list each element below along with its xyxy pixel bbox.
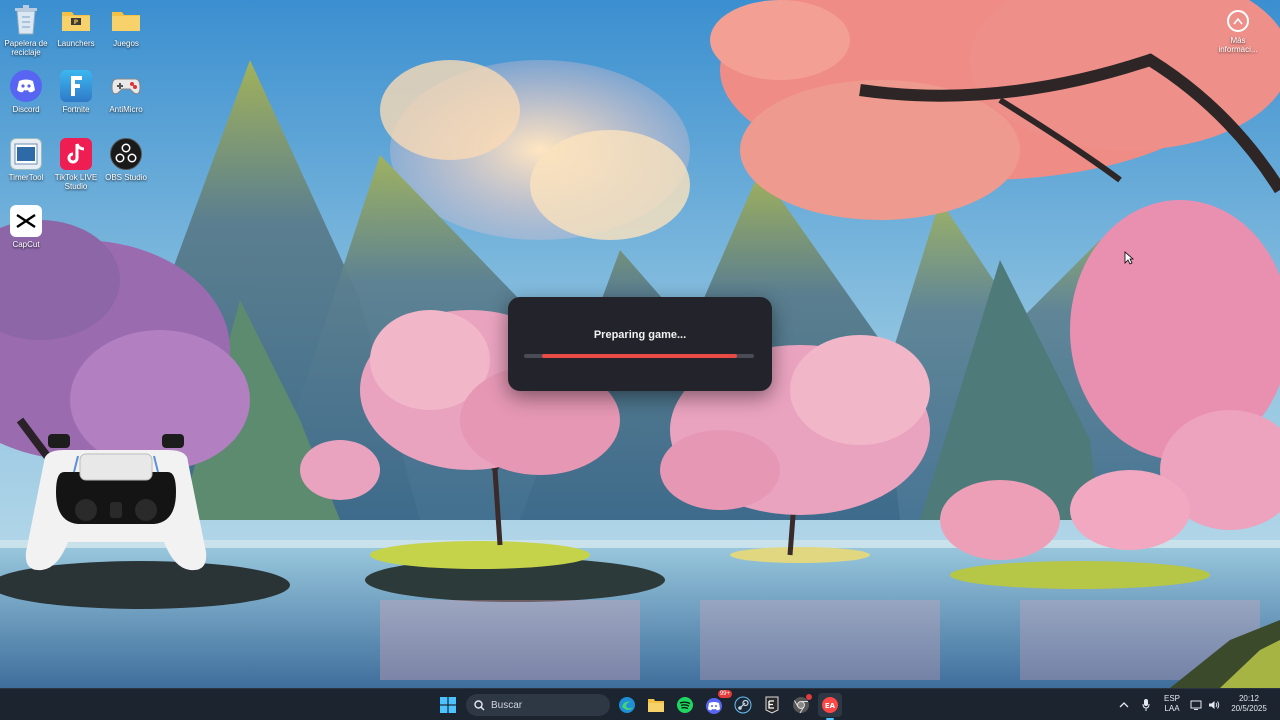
taskbar-chrome[interactable] xyxy=(789,693,813,717)
desktop-icon-label: OBS Studio xyxy=(105,173,147,182)
desktop-icon-antimicro[interactable]: AntiMicro xyxy=(100,70,152,114)
taskbar-search[interactable]: Buscar xyxy=(466,694,610,716)
search-placeholder: Buscar xyxy=(491,699,523,711)
dialog-title: Preparing game... xyxy=(593,329,687,341)
learn-more-button[interactable]: Más informaci... xyxy=(1210,10,1266,54)
taskbar-epic-games[interactable] xyxy=(760,693,784,717)
learn-more-label: Más informaci... xyxy=(1218,36,1258,54)
file-explorer-icon xyxy=(648,699,664,712)
fortnite-icon xyxy=(60,70,92,102)
taskbar: Buscar 99+ EA ESP LAA 20:12 20/5/2025 xyxy=(0,688,1280,720)
search-icon xyxy=(474,699,485,710)
steam-icon xyxy=(734,696,752,714)
ea-app-icon: EA xyxy=(822,697,838,713)
input-language[interactable]: ESP LAA xyxy=(1160,694,1184,714)
gamepad-icon xyxy=(110,70,142,102)
obs-icon xyxy=(110,138,142,170)
discord-badge: 99+ xyxy=(717,690,732,698)
taskbar-spotify[interactable] xyxy=(673,693,697,717)
clock-date: 20/5/2025 xyxy=(1231,704,1267,713)
discord-icon xyxy=(10,70,42,102)
desktop-icon-label: Juegos xyxy=(113,39,139,48)
taskbar-edge[interactable] xyxy=(615,693,639,717)
epic-games-icon xyxy=(765,696,779,714)
desktop-icon-obs[interactable]: OBS Studio xyxy=(100,138,152,182)
desktop-icon-tiktok-live[interactable]: TikTok LIVE Studio xyxy=(50,138,102,191)
desktop-icon-label: AntiMicro xyxy=(109,105,143,114)
language-code: ESP xyxy=(1163,694,1180,703)
taskbar-steam[interactable] xyxy=(731,693,755,717)
microphone-icon xyxy=(1142,699,1150,711)
folder-icon: P xyxy=(60,4,92,36)
keyboard-layout: LAA xyxy=(1164,704,1180,713)
clock[interactable]: 20:12 20/5/2025 xyxy=(1226,694,1272,714)
svg-text:EA: EA xyxy=(825,702,836,710)
preparing-game-dialog: Preparing game... xyxy=(508,297,772,391)
progress-fill xyxy=(542,354,738,358)
desktop-icon-launchers[interactable]: P Launchers xyxy=(50,4,102,48)
volume-button[interactable] xyxy=(1204,693,1224,717)
folder-icon xyxy=(110,4,142,36)
discord-icon xyxy=(706,698,722,714)
network-button[interactable] xyxy=(1186,693,1206,717)
taskbar-ea-app[interactable]: EA xyxy=(818,693,842,720)
start-icon xyxy=(440,697,456,713)
mouse-pointer xyxy=(1124,251,1135,270)
clock-time: 20:12 xyxy=(1238,694,1260,703)
spotify-icon xyxy=(677,697,693,713)
edge-icon xyxy=(619,697,635,713)
desktop-icon-discord[interactable]: Discord xyxy=(0,70,52,114)
start-button[interactable] xyxy=(436,693,460,717)
camera-info-icon xyxy=(1227,10,1249,32)
desktop-icon-timertool[interactable]: TimerTool xyxy=(0,138,52,182)
controller-overlay xyxy=(24,432,208,572)
notification-dot xyxy=(806,694,812,700)
tiktok-icon xyxy=(60,138,92,170)
microphone-button[interactable] xyxy=(1136,693,1156,717)
desktop-icon-juegos[interactable]: Juegos xyxy=(100,4,152,48)
timer-icon xyxy=(10,138,42,170)
taskbar-discord[interactable]: 99+ xyxy=(702,690,732,717)
desktop-icon-capcut[interactable]: CapCut xyxy=(0,205,52,249)
taskbar-file-explorer[interactable] xyxy=(644,693,668,717)
svg-text:P: P xyxy=(74,19,79,26)
desktop-icon-fortnite[interactable]: Fortnite xyxy=(50,70,102,114)
show-hidden-icons-button[interactable] xyxy=(1114,693,1134,717)
recycle-bin-icon xyxy=(10,4,42,36)
capcut-icon xyxy=(10,205,42,237)
speaker-icon xyxy=(1209,701,1220,709)
progress-bar xyxy=(524,354,754,358)
network-icon xyxy=(1190,700,1202,710)
chevron-up-icon xyxy=(1119,702,1129,708)
desktop-icon-label: CapCut xyxy=(12,240,40,249)
desktop-icon-recycle-bin[interactable]: Papelera de reciclaje xyxy=(0,4,52,57)
